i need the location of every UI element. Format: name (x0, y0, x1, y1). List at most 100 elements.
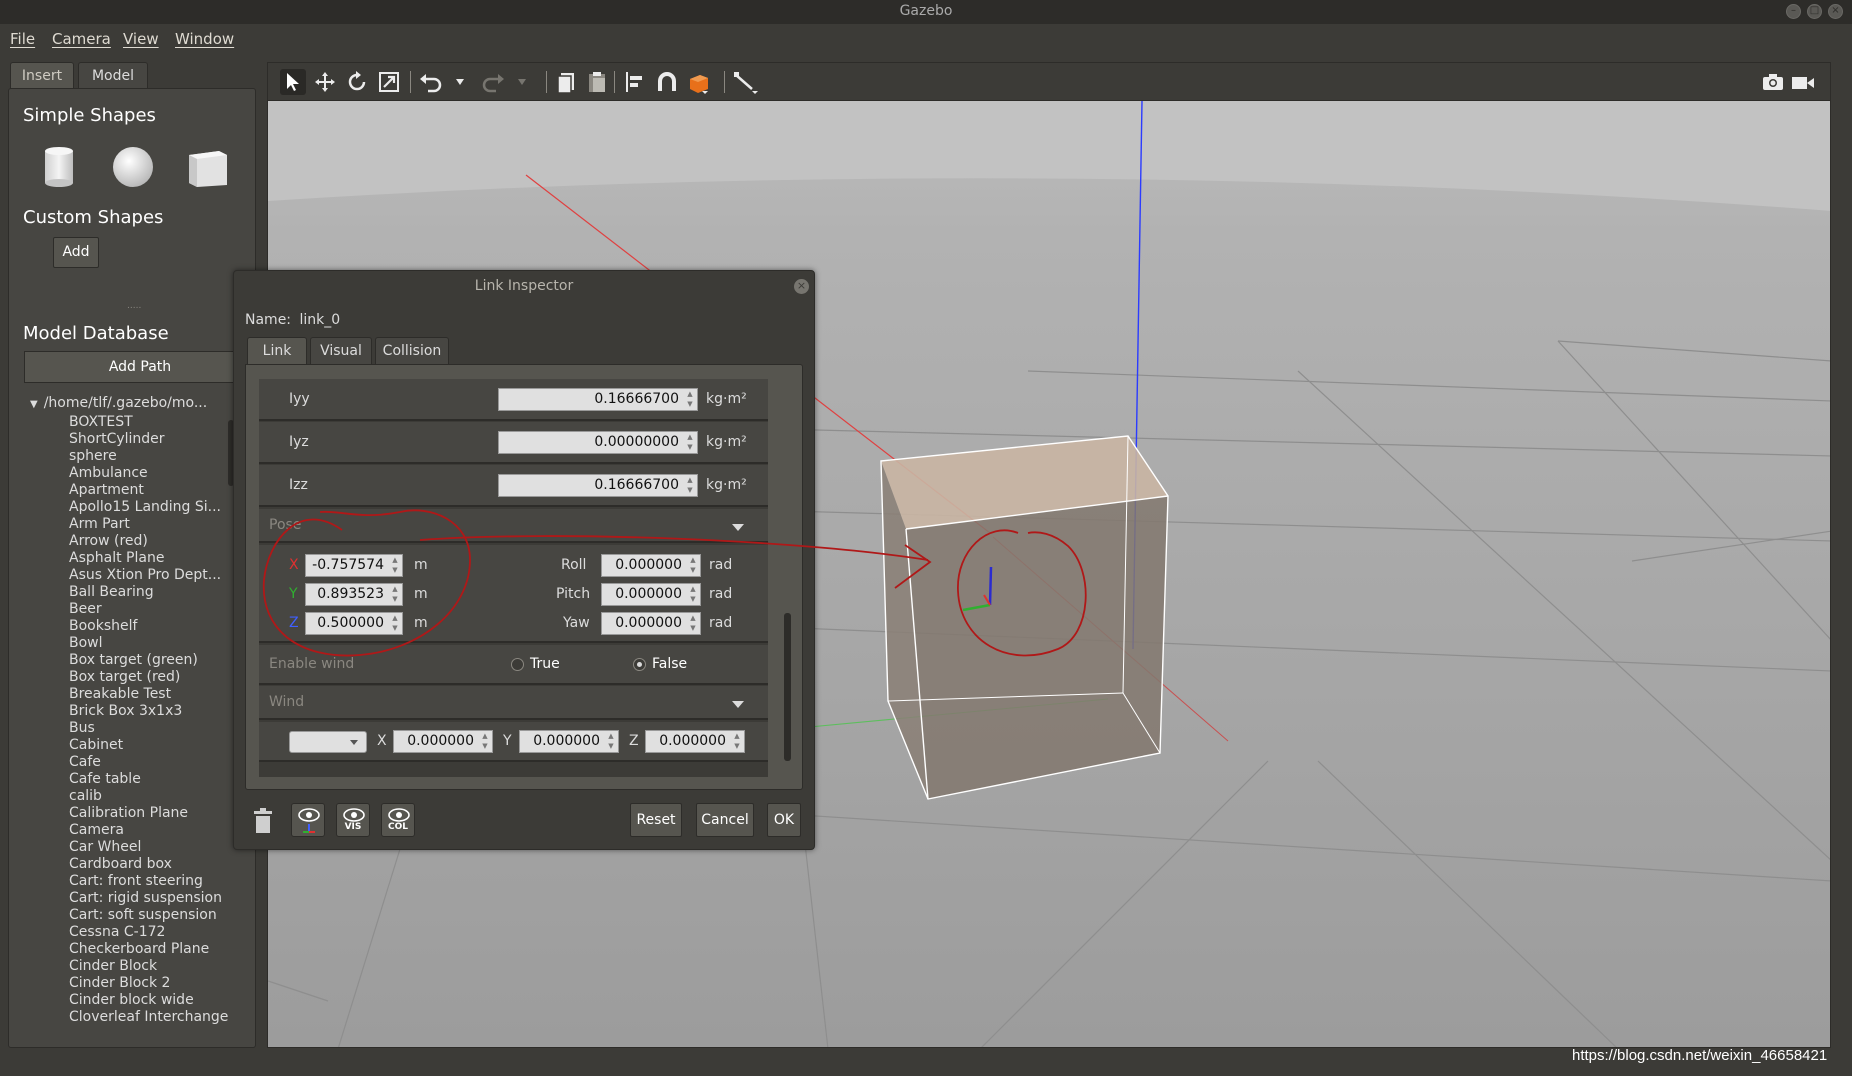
model-list-item[interactable]: Cabinet (69, 737, 249, 754)
show-link-frame-button[interactable] (291, 803, 325, 837)
maximize-button[interactable]: □ (1807, 4, 1822, 19)
model-list-item[interactable]: Breakable Test (69, 686, 249, 703)
close-dialog-button[interactable]: × (794, 279, 809, 294)
tab-insert[interactable]: Insert (10, 62, 74, 89)
tab-collision[interactable]: Collision (375, 337, 449, 365)
menu-camera[interactable]: Camera (52, 30, 111, 48)
tab-link[interactable]: Link (247, 337, 307, 365)
wind-y-spinbox[interactable]: 0.000000 ▲ ▼ (519, 730, 619, 753)
align-icon[interactable] (622, 69, 648, 95)
view-angle-icon[interactable] (686, 69, 712, 95)
spin-arrows-icon[interactable]: ▲ ▼ (732, 731, 742, 752)
minimize-button[interactable]: – (1786, 4, 1801, 19)
wind-z-spinbox[interactable]: 0.000000 ▲ ▼ (645, 730, 745, 753)
tab-visual[interactable]: Visual (310, 337, 372, 365)
pose-pitch-spinbox[interactable]: 0.000000 ▲ ▼ (601, 583, 701, 606)
pose-x-spinbox[interactable]: -0.757574 ▲ ▼ (305, 554, 403, 577)
spin-arrows-icon[interactable]: ▲ ▼ (688, 584, 698, 605)
wind-false-radio[interactable] (633, 658, 646, 671)
trash-icon[interactable] (252, 808, 274, 834)
box-shape-icon[interactable] (185, 145, 229, 189)
copy-icon[interactable] (554, 69, 580, 95)
model-list-item[interactable]: Asus Xtion Pro Dept... (69, 567, 249, 584)
model-list-item[interactable]: Cart: soft suspension (69, 907, 249, 924)
iyy-spinbox[interactable]: 0.16666700 ▲ ▼ (498, 388, 698, 411)
wind-section-header[interactable]: Wind (259, 686, 768, 720)
model-tree-root[interactable]: ▼ /home/tlf/.gazebo/mo... (30, 395, 207, 411)
spin-arrows-icon[interactable]: ▲ ▼ (688, 613, 698, 634)
menu-file[interactable]: File (10, 30, 35, 48)
wind-true-label[interactable]: True (530, 656, 560, 672)
model-list-item[interactable]: Cloverleaf Interchange (69, 1009, 249, 1026)
model-list-item[interactable]: Cinder Block (69, 958, 249, 975)
model-list-item[interactable]: Cafe table (69, 771, 249, 788)
model-list-item[interactable]: Cessna C-172 (69, 924, 249, 941)
toggle-visual-button[interactable]: VIS (336, 803, 370, 837)
spin-arrows-icon[interactable]: ▲ ▼ (480, 731, 490, 752)
model-list-item[interactable]: Asphalt Plane (69, 550, 249, 567)
pose-section-header[interactable]: Pose (259, 509, 768, 543)
paste-icon[interactable] (584, 69, 610, 95)
model-list-item[interactable]: Apollo15 Landing Si... (69, 499, 249, 516)
pose-y-spinbox[interactable]: 0.893523 ▲ ▼ (305, 583, 403, 606)
wind-true-radio[interactable] (511, 658, 524, 671)
model-list-item[interactable]: Cinder block wide (69, 992, 249, 1009)
pose-roll-spinbox[interactable]: 0.000000 ▲ ▼ (601, 554, 701, 577)
add-path-button[interactable]: Add Path (24, 351, 256, 383)
measure-icon[interactable] (732, 69, 758, 95)
sphere-shape-icon[interactable] (111, 145, 155, 189)
menu-view[interactable]: View (123, 30, 159, 48)
screenshot-icon[interactable] (1760, 69, 1786, 95)
model-list-item[interactable]: Bowl (69, 635, 249, 652)
spin-arrows-icon[interactable]: ▲ ▼ (606, 731, 616, 752)
model-list-item[interactable]: BOXTEST (69, 414, 249, 431)
model-list-item[interactable]: Box target (red) (69, 669, 249, 686)
model-list-item[interactable]: Beer (69, 601, 249, 618)
dialog-scrollbar[interactable] (784, 613, 791, 761)
model-list-item[interactable]: Box target (green) (69, 652, 249, 669)
model-list-item[interactable]: Cart: front steering (69, 873, 249, 890)
model-list-item[interactable]: Arrow (red) (69, 533, 249, 550)
model-list-item[interactable]: Cafe (69, 754, 249, 771)
wind-combo[interactable] (289, 731, 367, 753)
record-icon[interactable] (1790, 69, 1816, 95)
close-window-button[interactable]: × (1828, 4, 1843, 19)
spin-arrows-icon[interactable]: ▲ ▼ (390, 555, 400, 576)
model-list-item[interactable]: Cardboard box (69, 856, 249, 873)
menu-window[interactable]: Window (175, 30, 234, 48)
model-list-item[interactable]: Arm Part (69, 516, 249, 533)
wind-false-label[interactable]: False (652, 656, 687, 672)
undo-dropdown-icon[interactable] (456, 79, 464, 85)
model-list-item[interactable]: Ball Bearing (69, 584, 249, 601)
expand-arrow-icon[interactable]: ▼ (30, 399, 38, 410)
model-list-item[interactable]: Camera (69, 822, 249, 839)
scale-icon[interactable] (376, 69, 402, 95)
panel-splitter[interactable]: ..... (127, 301, 141, 311)
snap-icon[interactable] (654, 69, 680, 95)
iyz-spinbox[interactable]: 0.00000000 ▲ ▼ (498, 431, 698, 454)
spin-arrows-icon[interactable]: ▲ ▼ (688, 555, 698, 576)
model-list-item[interactable]: Checkerboard Plane (69, 941, 249, 958)
add-custom-shape-button[interactable]: Add (53, 237, 99, 268)
wind-x-spinbox[interactable]: 0.000000 ▲ ▼ (393, 730, 493, 753)
model-list-item[interactable]: Ambulance (69, 465, 249, 482)
model-list-item[interactable]: Car Wheel (69, 839, 249, 856)
ok-button[interactable]: OK (767, 803, 801, 837)
model-list-item[interactable]: Cinder Block 2 (69, 975, 249, 992)
translate-icon[interactable] (312, 69, 338, 95)
spin-arrows-icon[interactable]: ▲ ▼ (685, 475, 695, 496)
selected-box-model[interactable] (880, 435, 1169, 800)
spin-arrows-icon[interactable]: ▲ ▼ (390, 584, 400, 605)
model-list-item[interactable]: Bus (69, 720, 249, 737)
redo-dropdown-icon[interactable] (518, 79, 526, 85)
spin-arrows-icon[interactable]: ▲ ▼ (390, 613, 400, 634)
izz-spinbox[interactable]: 0.16666700 ▲ ▼ (498, 474, 698, 497)
model-list-item[interactable]: Calibration Plane (69, 805, 249, 822)
model-list-item[interactable]: Cart: rigid suspension (69, 890, 249, 907)
pose-z-spinbox[interactable]: 0.500000 ▲ ▼ (305, 612, 403, 635)
cancel-button[interactable]: Cancel (696, 803, 754, 837)
spin-arrows-icon[interactable]: ▲ ▼ (685, 389, 695, 410)
cylinder-shape-icon[interactable] (37, 145, 81, 189)
model-list-item[interactable]: sphere (69, 448, 249, 465)
rotate-icon[interactable] (344, 69, 370, 95)
